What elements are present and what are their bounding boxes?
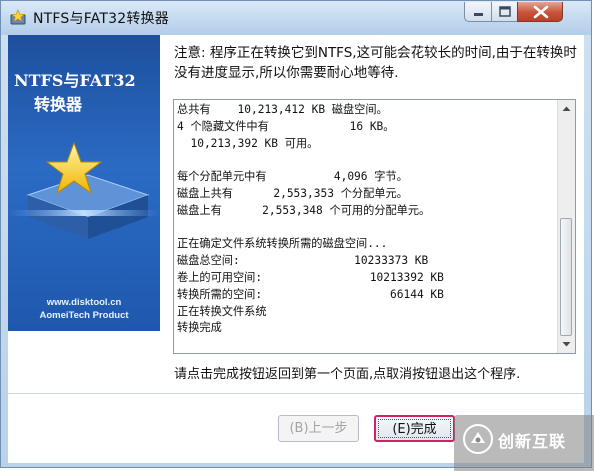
back-button[interactable]: (B)上一步 bbox=[278, 415, 359, 442]
instruction-text: 请点击完成按钮返回到第一个页面,点取消按钮退出这个程序. bbox=[174, 367, 521, 382]
log-line: 正在转换文件系统 bbox=[177, 304, 267, 318]
log-line: 正在确定文件系统转换所需的磁盘空间... bbox=[177, 237, 388, 251]
log-line: 每个分配单元中有 4,096 字节。 bbox=[177, 170, 408, 184]
scroll-up-icon[interactable] bbox=[559, 101, 574, 117]
log-line: 卷上的可用空间: 10213392 KB bbox=[177, 270, 444, 284]
conversion-log: 总共有 10,213,412 KB 磁盘空间。 4 个隐藏文件中有 16 KB。 … bbox=[177, 102, 557, 352]
close-icon bbox=[533, 5, 549, 19]
minimize-button[interactable] bbox=[464, 2, 492, 22]
log-line: 总共有 10,213,412 KB 磁盘空间。 bbox=[177, 103, 388, 116]
converter-window: NTFS与FAT32转换器 NTFS与FAT32 转换器 www.disktoo… bbox=[0, 0, 594, 471]
banner-company: AomeiTech Product bbox=[39, 310, 129, 321]
maximize-button[interactable] bbox=[491, 2, 518, 22]
maximize-icon bbox=[499, 6, 511, 17]
watermark-text: 创新互联 bbox=[498, 432, 567, 451]
log-line: 10,213,392 KB 可用。 bbox=[177, 136, 319, 150]
log-line: 转换完成 bbox=[177, 321, 222, 335]
button-separator bbox=[8, 393, 584, 394]
product-banner: NTFS与FAT32 转换器 www.disktool.cn AomeiTech… bbox=[8, 35, 160, 331]
log-line: 磁盘上有 2,553,348 个可用的分配单元。 bbox=[177, 203, 431, 217]
close-button[interactable] bbox=[517, 2, 563, 22]
title-bar[interactable]: NTFS与FAT32转换器 bbox=[1, 1, 591, 35]
watermark: 创新互联 bbox=[454, 415, 594, 471]
log-scrollbar[interactable] bbox=[557, 100, 575, 353]
app-icon bbox=[10, 9, 26, 25]
conversion-log-box: 总共有 10,213,412 KB 磁盘空间。 4 个隐藏文件中有 16 KB。 … bbox=[173, 99, 576, 354]
scrollbar-thumb[interactable] bbox=[560, 218, 572, 336]
log-line: 磁盘总空间: 10233373 KB bbox=[177, 254, 429, 268]
log-line: 4 个隐藏文件中有 16 KB。 bbox=[177, 119, 395, 133]
scroll-down-icon[interactable] bbox=[559, 336, 574, 352]
log-line: 磁盘上共有 2,553,353 个分配单元。 bbox=[177, 186, 408, 200]
banner-title: NTFS与FAT32 转换器 bbox=[14, 69, 154, 117]
log-line: 转换所需的空间: 66144 KB bbox=[177, 287, 444, 301]
banner-title-line2: 转换器 bbox=[34, 95, 83, 114]
conversion-notice: 注意: 程序正在转换它到NTFS,这可能会花较长的时间,由于在转换时没有进度显示… bbox=[174, 45, 577, 81]
dialog-client-area: NTFS与FAT32 转换器 www.disktool.cn AomeiTech… bbox=[8, 35, 584, 463]
window-title: NTFS与FAT32转换器 bbox=[33, 11, 169, 27]
minimize-icon bbox=[474, 13, 483, 16]
finish-button-label: (E)完成 bbox=[378, 419, 451, 438]
hard-drive-star-icon bbox=[8, 141, 160, 239]
finish-button[interactable]: (E)完成 bbox=[374, 415, 455, 442]
watermark-logo-icon bbox=[463, 424, 493, 454]
banner-url: www.disktool.cn bbox=[46, 297, 122, 308]
banner-title-line1: NTFS与FAT32 bbox=[14, 71, 136, 90]
